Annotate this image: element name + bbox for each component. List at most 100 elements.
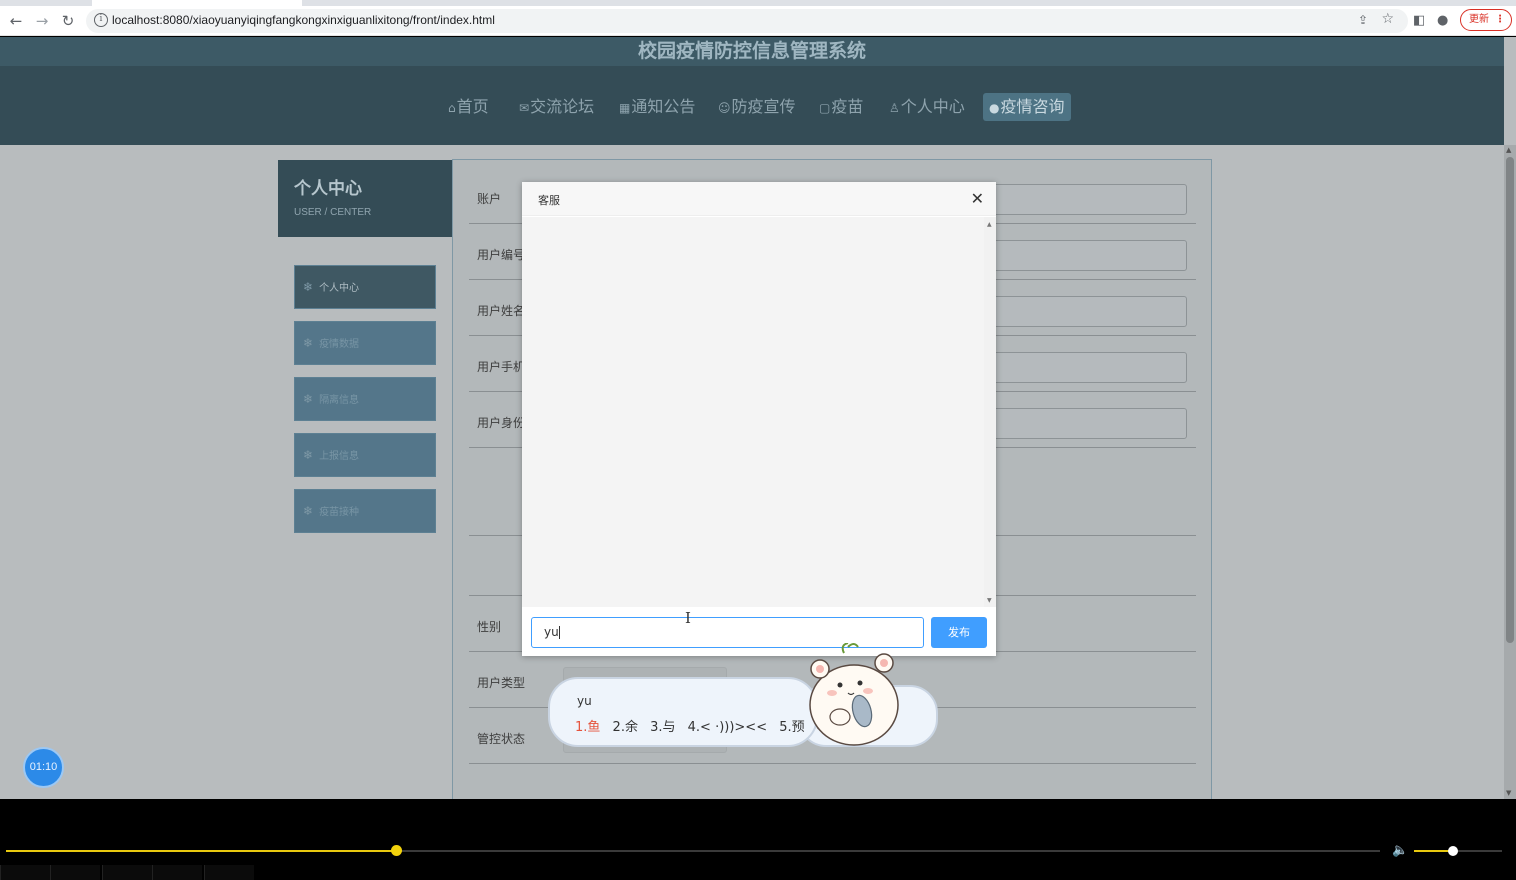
ime-candidate[interactable]: 1.鱼 <box>575 720 600 735</box>
user-center-card: 个人中心 USER / CENTER <box>278 160 454 237</box>
field-label: 用户类型 <box>477 676 526 690</box>
field-label: 账户 <box>477 192 502 206</box>
ime-candidate[interactable]: 5.预 <box>779 720 804 735</box>
ime-bubble <box>548 677 818 747</box>
url-text: localhost:8080/xiaoyuanyiqingfangkongxin… <box>112 13 495 27</box>
ime-candidate[interactable]: 2.余 <box>613 720 638 735</box>
site-header: 校园疫情防控信息管理系统 <box>0 37 1504 66</box>
player-button[interactable] <box>204 865 254 880</box>
ime-candidate-window: yu 1.鱼 2.余 3.与 4.< ·)))><< 5.预 ◀▶ <box>548 643 938 749</box>
nav-forum[interactable]: ✉交流论坛 <box>513 93 600 121</box>
customer-service-dialog: 客服 ✕ ▲ ▼ yu 发布 <box>522 182 996 656</box>
page-scrollbar[interactable]: ▲ ▼ <box>1504 145 1516 799</box>
sidebar-item-vaccination[interactable]: ❄ 疫苗接种 <box>294 489 436 533</box>
nav-consult[interactable]: ●疫情咨询 <box>983 93 1071 121</box>
snowflake-icon: ❄ <box>303 448 314 462</box>
address-bar-row: ← → ↻ i localhost:8080/xiaoyuanyiqingfan… <box>0 6 1516 36</box>
back-icon[interactable]: ← <box>6 12 26 30</box>
scroll-up-icon[interactable]: ▲ <box>1506 146 1511 154</box>
volume-slider[interactable] <box>1414 846 1502 856</box>
scroll-down-icon[interactable]: ▼ <box>987 597 992 604</box>
snowflake-icon: ❄ <box>303 392 314 406</box>
chat-scrollbar[interactable]: ▲ ▼ <box>984 217 996 607</box>
bookmark-star-icon[interactable]: ☆ <box>1381 11 1394 27</box>
sidebar-item-user-center[interactable]: ❄ 个人中心 <box>294 265 436 309</box>
nav-label: 防疫宣传 <box>731 97 796 116</box>
snowflake-icon: ❄ <box>303 336 314 350</box>
sidebar-item-epidemic-data[interactable]: ❄ 疫情数据 <box>294 321 436 365</box>
volume-handle[interactable] <box>1448 846 1458 856</box>
seek-handle[interactable] <box>391 845 402 856</box>
update-button[interactable]: 更新 ⋮ <box>1460 9 1512 31</box>
scroll-thumb[interactable] <box>1506 157 1514 643</box>
user-icon: ♙ <box>889 101 900 115</box>
site-info-icon[interactable]: i <box>94 13 108 27</box>
field-label: 用户编号 <box>477 248 526 262</box>
account-input[interactable] <box>993 184 1187 215</box>
mail-icon: ✉ <box>519 101 530 115</box>
url-bar[interactable]: i localhost:8080/xiaoyuanyiqingfangkongx… <box>86 9 1408 33</box>
nav-notices[interactable]: ▦通知公告 <box>613 93 701 121</box>
snowflake-icon: ❄ <box>303 504 314 518</box>
nav-label: 通知公告 <box>631 97 696 116</box>
main-nav: ⌂首页 ✉交流论坛 ▦通知公告 ☺防疫宣传 ▢疫苗 ♙个人中心 ●疫情咨询 <box>0 66 1504 145</box>
recording-timer[interactable]: 01:10 <box>23 747 64 788</box>
grid-icon: ▦ <box>619 101 631 115</box>
user-center-title: 个人中心 <box>294 179 362 199</box>
sidebar-item-report[interactable]: ❄ 上报信息 <box>294 433 436 477</box>
video-player-bar: 🔈 <box>0 799 1516 880</box>
send-button[interactable]: 发布 <box>931 617 987 648</box>
ime-candidate[interactable]: 3.与 <box>650 720 675 735</box>
ime-candidates: 1.鱼 2.余 3.与 4.< ·)))><< 5.预 ◀▶ <box>575 716 831 735</box>
update-label: 更新 <box>1469 14 1489 25</box>
site-title: 校园疫情防控信息管理系统 <box>637 40 866 62</box>
user-name-input[interactable] <box>993 296 1187 327</box>
dialog-title: 客服 <box>538 194 560 207</box>
scroll-up-icon[interactable]: ▲ <box>987 221 992 228</box>
nav-vaccine[interactable]: ▢疫苗 <box>813 93 869 121</box>
forward-icon[interactable]: → <box>32 12 52 30</box>
scroll-down-icon[interactable]: ▼ <box>1506 789 1511 797</box>
smile-icon: ☺ <box>718 101 731 115</box>
menu-dots-icon: ⋮ <box>1495 14 1505 25</box>
nav-user-center[interactable]: ♙个人中心 <box>883 93 971 121</box>
reload-icon[interactable]: ↻ <box>58 12 78 30</box>
nav-label: 疫苗 <box>831 97 864 116</box>
user-center-subtitle: USER / CENTER <box>294 207 372 218</box>
seek-progress <box>6 850 396 852</box>
message-input-value: yu <box>544 625 559 639</box>
sidebar-item-isolation[interactable]: ❄ 隔离信息 <box>294 377 436 421</box>
player-controls <box>0 865 1516 880</box>
user-phone-input[interactable] <box>993 352 1187 383</box>
text-caret <box>558 626 560 639</box>
ime-candidate[interactable]: 4.< ·)))><< <box>688 720 767 735</box>
bear-mascot-icon <box>809 643 899 746</box>
user-id-input[interactable] <box>993 240 1187 271</box>
player-button[interactable] <box>50 865 100 880</box>
field-label: 用户手机 <box>477 360 526 374</box>
snowflake-icon: ❄ <box>303 280 314 294</box>
chat-icon: ● <box>989 101 1000 115</box>
sidebar-item-label: 隔离信息 <box>319 395 360 406</box>
player-button[interactable] <box>152 865 202 880</box>
nav-prevention[interactable]: ☺防疫宣传 <box>712 93 802 121</box>
player-button[interactable] <box>0 865 50 880</box>
nav-label: 个人中心 <box>900 97 965 116</box>
volume-icon[interactable]: 🔈 <box>1392 843 1408 858</box>
field-label: 性别 <box>477 620 502 634</box>
doc-icon: ▢ <box>819 101 831 115</box>
field-label: 用户身份 <box>477 416 526 430</box>
share-icon[interactable]: ⇪ <box>1358 13 1368 27</box>
side-panel-icon[interactable]: ◧ <box>1413 13 1425 28</box>
nav-label: 交流论坛 <box>530 97 595 116</box>
sidebar-item-label: 疫情数据 <box>319 339 360 350</box>
close-icon[interactable]: ✕ <box>971 189 984 208</box>
nav-home[interactable]: ⌂首页 <box>442 93 495 121</box>
user-idcard-input[interactable] <box>993 408 1187 439</box>
chat-messages <box>522 217 984 607</box>
profile-icon[interactable]: ● <box>1437 13 1448 28</box>
player-button[interactable] <box>102 865 152 880</box>
ime-composition: yu <box>577 694 592 708</box>
seek-bar[interactable] <box>6 845 1380 856</box>
nav-label: 疫情咨询 <box>1000 97 1065 116</box>
